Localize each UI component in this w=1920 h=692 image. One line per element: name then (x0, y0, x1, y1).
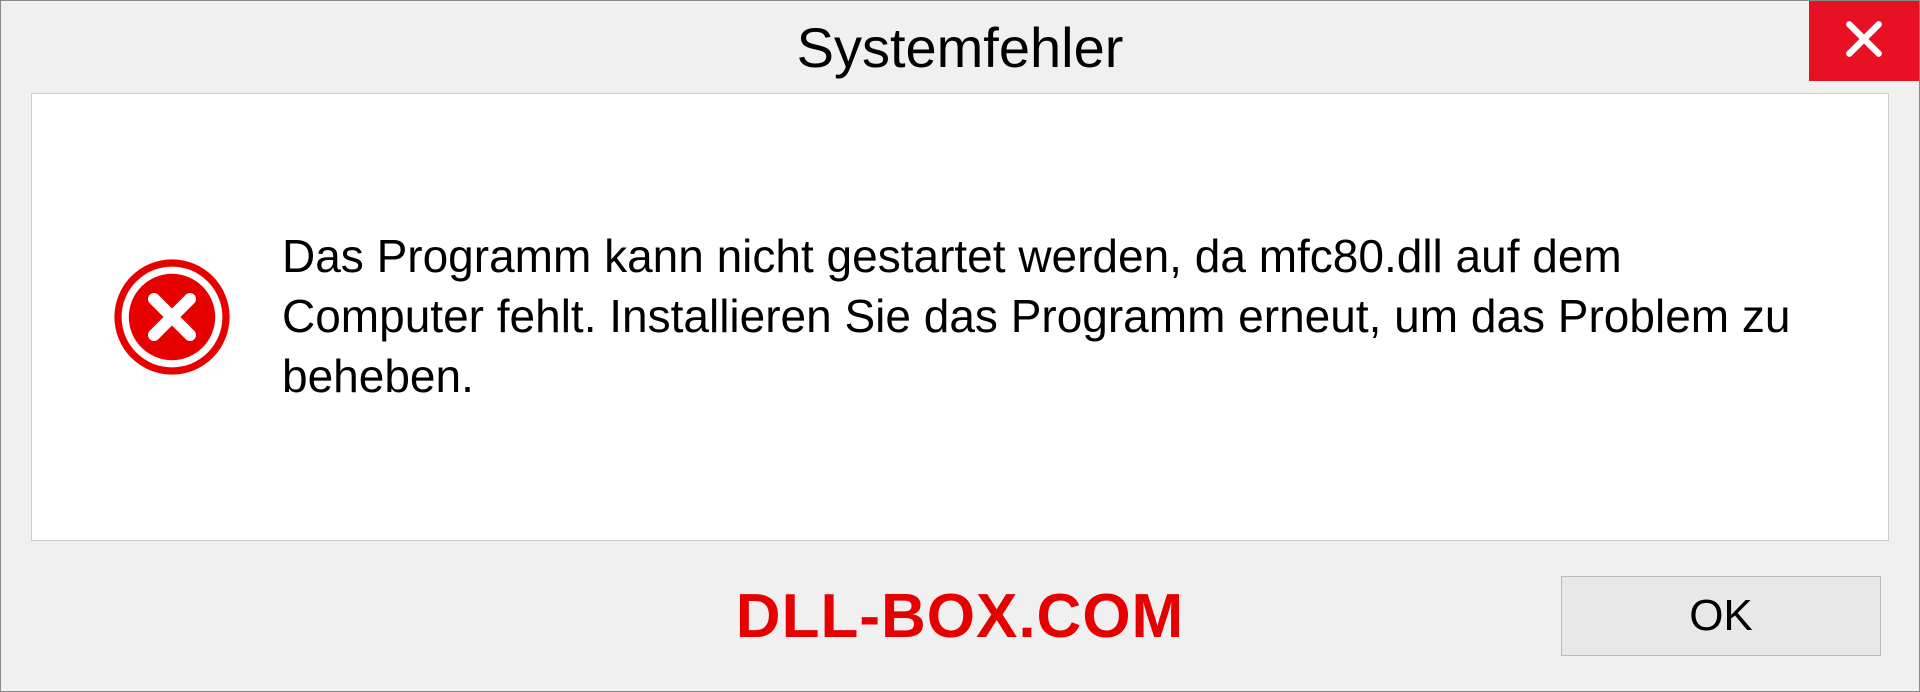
dialog-title: Systemfehler (797, 15, 1124, 80)
error-icon (112, 257, 232, 377)
close-icon (1842, 17, 1886, 66)
footer: DLL-BOX.COM OK (1, 541, 1919, 691)
watermark-text: DLL-BOX.COM (736, 581, 1184, 652)
ok-button[interactable]: OK (1561, 576, 1881, 656)
content-panel: Das Programm kann nicht gestartet werden… (31, 93, 1889, 541)
error-message: Das Programm kann nicht gestartet werden… (282, 227, 1808, 406)
close-button[interactable] (1809, 1, 1919, 81)
titlebar: Systemfehler (1, 1, 1919, 93)
